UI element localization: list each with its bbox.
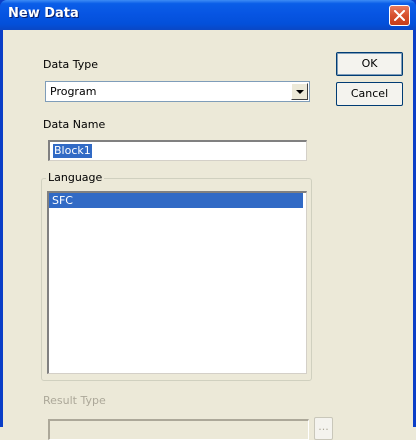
dialog-title: New Data [8,6,79,21]
data-type-dropdown[interactable]: Program [45,81,310,102]
data-name-value: Block1 [53,144,92,158]
browse-button[interactable]: ... [314,417,333,440]
new-data-dialog: New Data Data Type Program Data Name Blo… [0,0,416,440]
title-bar: New Data [0,0,416,30]
data-type-label: Data Type [43,58,99,71]
language-label: Language [46,171,105,184]
chevron-down-icon[interactable] [291,83,308,100]
data-name-field[interactable]: Block1 [48,140,307,161]
result-type-field[interactable] [48,419,309,440]
dialog-body: Data Type Program Data Name Block1 Langu… [3,30,413,440]
result-type-label: Result Type [43,394,106,407]
ok-button[interactable]: OK [336,52,403,76]
language-item-sfc[interactable]: SFC [49,193,303,208]
close-button[interactable] [389,5,410,26]
language-list[interactable]: SFC [47,191,307,374]
cancel-button[interactable]: Cancel [336,82,403,106]
close-icon [394,10,405,21]
data-type-value: Program [50,85,97,98]
data-name-label: Data Name [43,118,106,131]
